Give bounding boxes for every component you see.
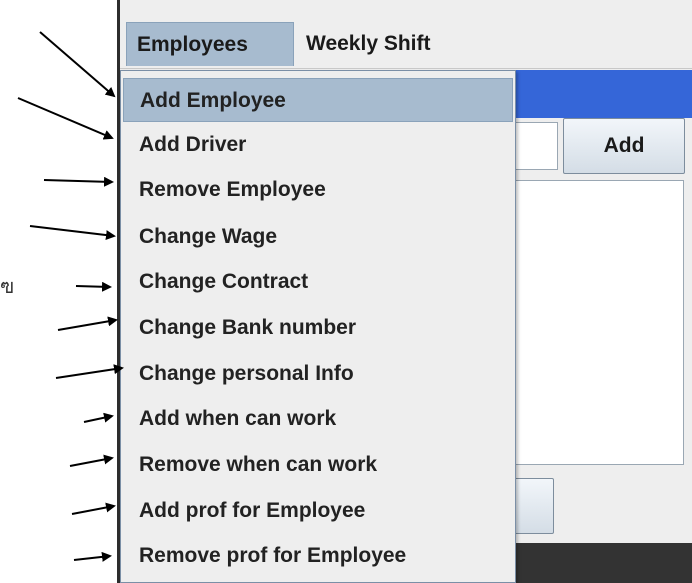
arrow-icon <box>83 412 114 423</box>
arrow-icon <box>29 225 116 241</box>
arrow-icon <box>75 281 112 292</box>
menu-item-change-bank-number[interactable]: Change Bank number <box>123 306 513 350</box>
menu-employees[interactable]: Employees <box>126 22 294 66</box>
menu-item-change-personal-info[interactable]: Change personal Info <box>123 352 513 396</box>
menu-item-change-contract[interactable]: Change Contract <box>123 260 513 304</box>
menu-item-add-employee[interactable]: Add Employee <box>123 78 513 122</box>
menu-item-change-wage[interactable]: Change Wage <box>123 215 513 259</box>
employees-dropdown-menu: Add Employee Add Driver Remove Employee … <box>120 70 516 583</box>
menu-item-remove-prof-for-employee[interactable]: Remove prof for Employee <box>123 534 513 578</box>
arrow-icon <box>43 176 114 187</box>
menu-item-add-when-can-work[interactable]: Add when can work <box>123 397 513 441</box>
arrow-icon <box>39 31 116 98</box>
menu-item-remove-when-can-work[interactable]: Remove when can work <box>123 443 513 487</box>
arrow-icon <box>71 502 116 515</box>
arrow-icon <box>73 551 112 562</box>
menu-item-add-driver[interactable]: Add Driver <box>123 123 513 167</box>
arrow-icon <box>69 454 114 467</box>
arrow-icon <box>57 316 118 331</box>
arrow-icon <box>17 97 114 140</box>
menu-item-add-prof-for-employee[interactable]: Add prof for Employee <box>123 489 513 533</box>
arrow-icon <box>55 364 124 379</box>
add-button[interactable]: Add <box>563 118 685 174</box>
menu-item-remove-employee[interactable]: Remove Employee <box>123 168 513 212</box>
menu-weekly-shift[interactable]: Weekly Shift <box>296 22 476 66</box>
stray-annotation-mark: ฃ <box>0 276 15 298</box>
menu-bar: Employees Weekly Shift <box>120 18 692 69</box>
